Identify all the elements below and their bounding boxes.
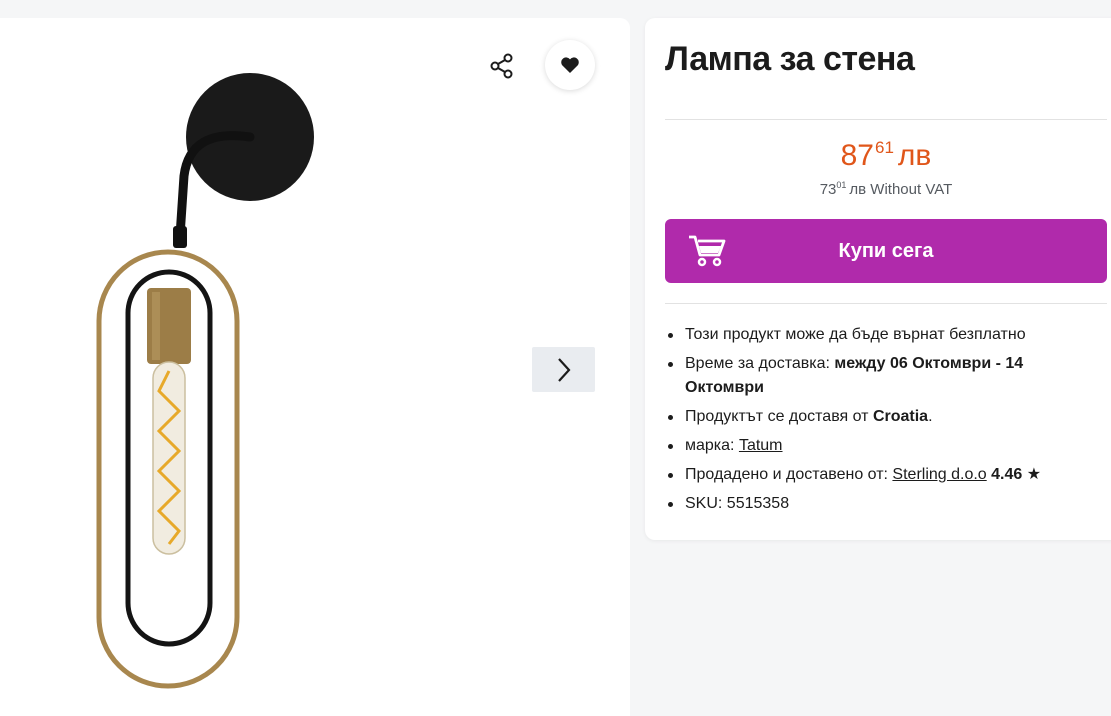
- product-info-card: Лампа за стена 8761 лв 7301 лв Without VAT…: [645, 18, 1111, 540]
- buy-now-label: Купи сега: [838, 239, 934, 262]
- seller-link[interactable]: Sterling d.o.o: [892, 466, 986, 483]
- price-novat-decimals: 01: [836, 180, 847, 190]
- share-button[interactable]: [480, 44, 524, 88]
- origin-label: Продуктът се доставя от: [685, 408, 873, 425]
- price-decimals: 61: [875, 138, 894, 157]
- price-novat-suffix: лв Without VAT: [849, 181, 953, 198]
- buy-now-button[interactable]: Купи сега: [665, 219, 1107, 283]
- price-novat-integer: 73: [819, 181, 837, 198]
- product-details-list: Този продукт може да бъде върнат безплат…: [665, 323, 1105, 521]
- seller-rating: 4.46: [991, 466, 1023, 483]
- delivery-label: Време за доставка:: [685, 355, 835, 372]
- brand-label: марка:: [685, 437, 739, 454]
- seller-label: Продадено и доставено от:: [685, 466, 893, 483]
- star-icon: ★: [1026, 466, 1042, 483]
- cart-icon: [689, 235, 726, 267]
- list-item: Време за доставка: между 06 Октомври - 1…: [665, 352, 1105, 400]
- sku-value: 5515358: [726, 495, 790, 512]
- sku-label: SKU:: [685, 495, 727, 512]
- product-title: Лампа за стена: [665, 40, 915, 78]
- brand-link[interactable]: Tatum: [739, 437, 783, 454]
- share-icon: [490, 53, 513, 79]
- next-image-button[interactable]: [532, 347, 595, 392]
- divider: [665, 119, 1107, 120]
- price-without-vat: 7301 лв Without VAT: [645, 180, 1111, 198]
- product-image[interactable]: [80, 66, 340, 696]
- divider: [665, 303, 1107, 304]
- product-gallery: [0, 18, 630, 716]
- list-item: Продадено и доставено от: Sterling d.o.o…: [665, 463, 1105, 487]
- price-integer: 87: [840, 139, 874, 172]
- price: 8761 лв: [645, 138, 1111, 173]
- origin-value: Croatia: [872, 408, 929, 425]
- list-item: Този продукт може да бъде върнат безплат…: [665, 323, 1105, 347]
- chevron-right-icon: [557, 357, 570, 382]
- favorite-button[interactable]: [545, 40, 595, 90]
- returnable-text: Този продукт може да бъде върнат безплат…: [685, 326, 1026, 343]
- list-item: SKU: 5515358: [665, 492, 1105, 516]
- list-item: Продуктът се доставя от Croatia.: [665, 405, 1105, 429]
- price-currency: лв: [897, 139, 932, 172]
- origin-suffix: .: [928, 408, 933, 425]
- list-item: марка: Tatum: [665, 434, 1105, 458]
- heart-icon: [561, 57, 579, 73]
